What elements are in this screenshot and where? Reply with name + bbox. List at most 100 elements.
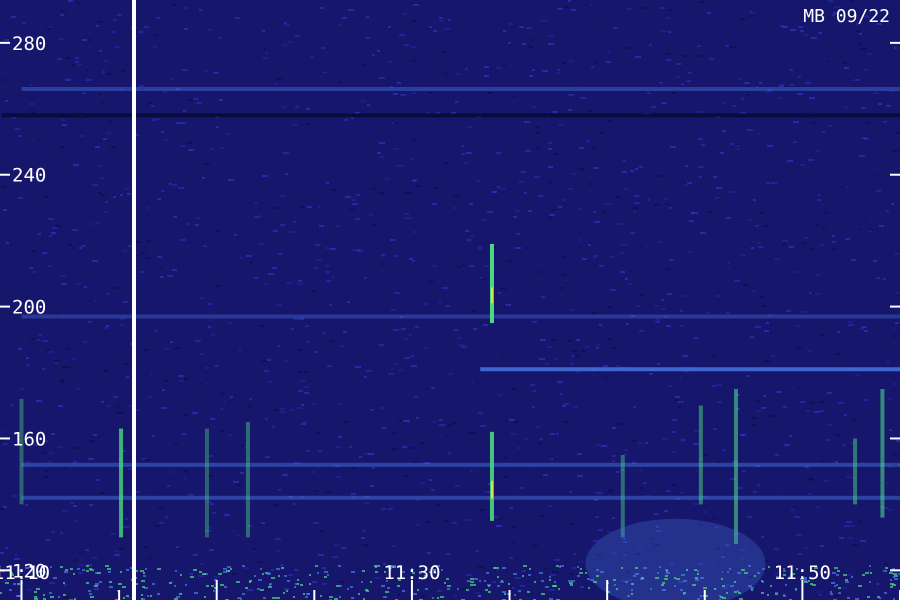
noise-speck [262,57,267,59]
noise-speck [448,373,454,375]
noise-speck [25,461,31,463]
noise-speck [103,327,109,329]
noise-speck [510,507,513,509]
baseline-speck [748,585,752,587]
noise-speck [616,471,619,473]
noise-speck [198,575,204,577]
baseline-speck [683,580,687,582]
noise-speck [103,138,107,140]
noise-speck [794,516,800,518]
noise-speck [727,262,730,264]
noise-speck [439,20,443,22]
noise-speck [661,299,664,301]
noise-speck [212,512,216,514]
baseline-speck [552,585,556,587]
noise-speck [531,1,535,3]
noise-speck [782,49,786,51]
x-tick [606,580,609,600]
noise-speck [284,22,287,24]
noise-speck [376,8,380,10]
baseline-speck [237,597,241,599]
noise-speck [355,366,361,368]
noise-speck [79,551,84,553]
noise-speck [578,208,582,210]
noise-speck [548,43,554,45]
noise-speck [746,375,749,377]
baseline-speck [795,589,797,591]
noise-speck [203,375,207,377]
noise-speck [176,546,179,548]
noise-speck [405,192,411,194]
noise-speck [426,248,429,250]
noise-speck [341,310,346,312]
noise-speck [759,82,762,84]
noise-speck [402,446,407,448]
noise-speck [834,99,840,101]
baseline-speck [36,588,40,590]
baseline-speck [265,572,268,574]
noise-speck [235,17,240,19]
noise-speck [747,94,750,96]
noise-speck [665,203,670,205]
noise-speck [332,276,335,278]
noise-speck [554,559,560,561]
noise-speck [504,452,509,454]
noise-speck [356,194,360,196]
noise-speck [161,190,165,192]
noise-speck [774,548,779,550]
noise-speck [684,184,689,186]
noise-speck [834,353,840,355]
noise-speck [48,351,54,353]
baseline-speck [202,573,206,575]
noise-speck [415,326,419,328]
noise-speck [534,176,540,178]
noise-speck [239,133,242,135]
noise-speck [886,105,891,107]
noise-speck [577,475,583,477]
noise-speck [324,70,327,72]
noise-speck [623,160,626,162]
noise-speck [388,381,393,383]
baseline-speck [271,577,275,579]
noise-speck [297,371,302,373]
noise-speck [173,4,176,6]
noise-speck [749,10,752,12]
noise-speck [361,461,365,463]
baseline-speck [479,580,481,582]
noise-speck [808,493,812,495]
noise-speck [203,245,207,247]
noise-speck [633,406,636,408]
noise-speck [726,312,729,314]
noise-speck [399,34,405,36]
noise-speck [378,170,384,172]
noise-speck [73,59,76,61]
baseline-speck [497,576,499,578]
noise-speck [701,238,707,240]
noise-speck [18,348,22,350]
noise-speck [342,17,347,19]
noise-speck [265,444,270,446]
noise-speck [607,491,613,493]
noise-speck [809,292,812,294]
baseline-speck [631,583,634,585]
noise-speck [43,521,48,523]
noise-speck [332,556,338,558]
baseline-speck [730,585,734,587]
noise-speck [751,424,757,426]
noise-speck [512,587,515,589]
noise-speck [195,217,201,219]
noise-speck [749,15,753,17]
baseline-speck [596,569,599,571]
noise-speck [649,373,653,375]
noise-speck [444,162,448,164]
noise-speck [807,415,813,417]
noise-speck [743,284,749,286]
baseline-speck [577,575,580,577]
noise-speck [822,131,825,133]
noise-speck [519,487,524,489]
noise-speck [478,566,484,568]
noise-speck [521,171,526,173]
start-marker-line [132,0,136,600]
noise-speck [458,344,464,346]
noise-speck [455,503,460,505]
